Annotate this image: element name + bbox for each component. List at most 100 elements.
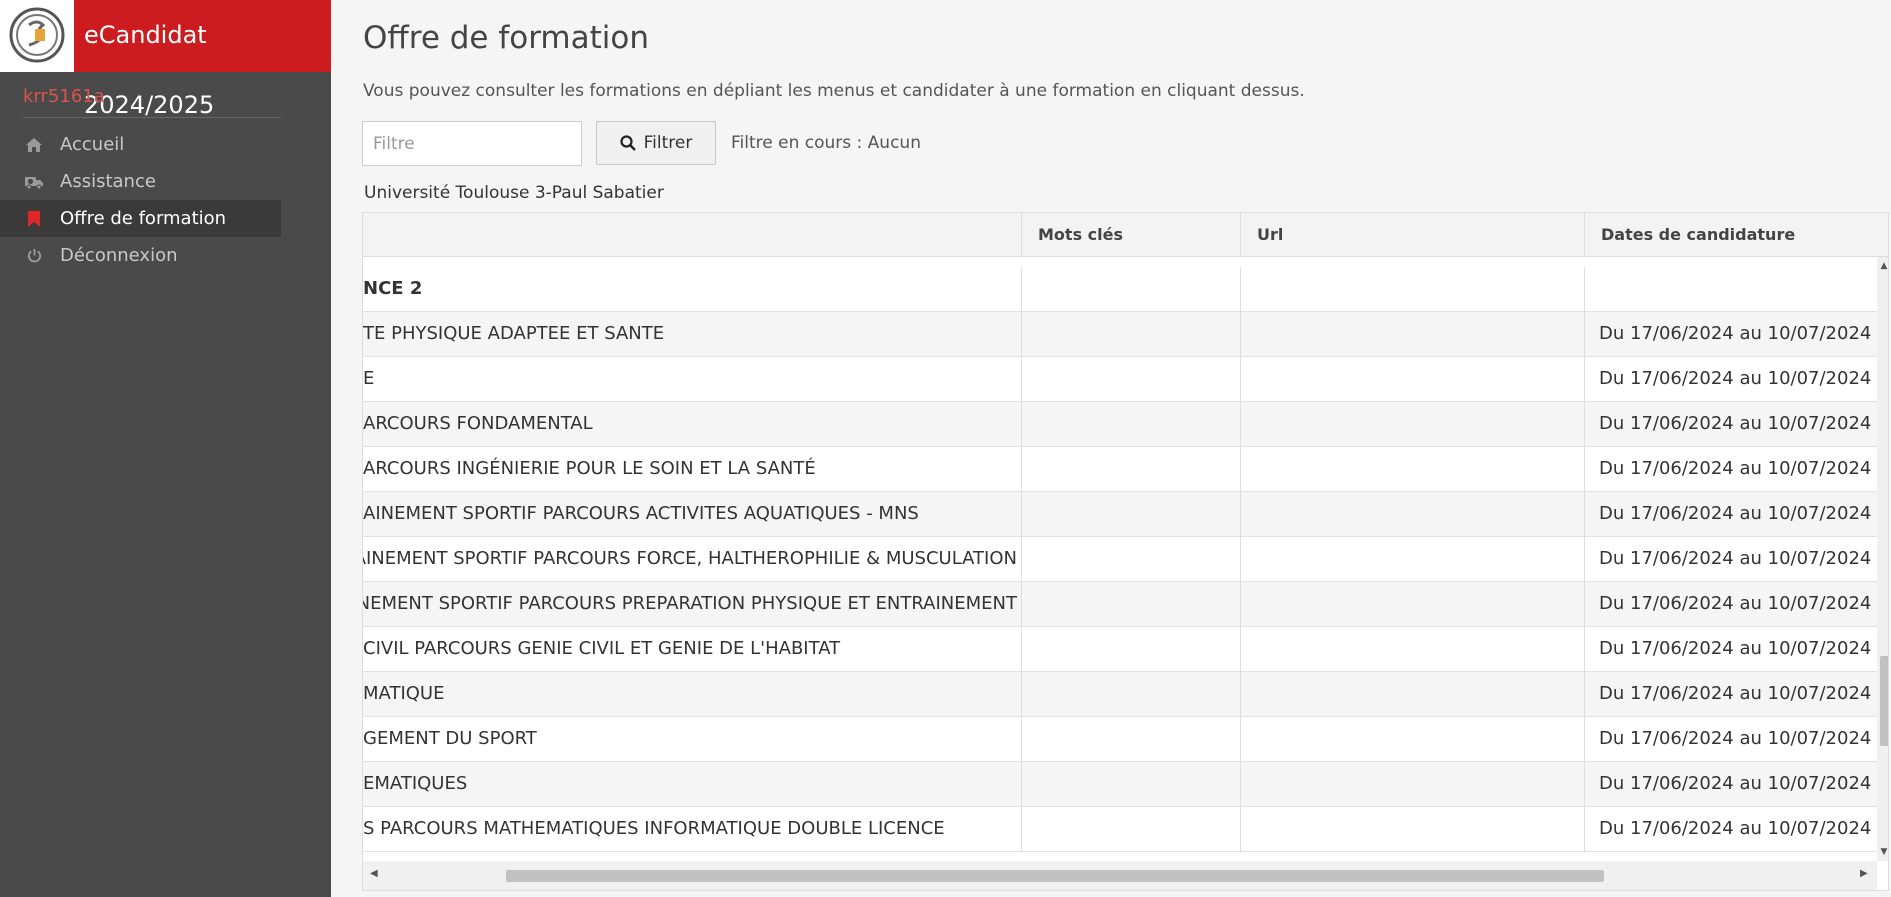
table-row[interactable]: AINEMENT SPORTIF PARCOURS ACTIVITES AQUA… [363,492,1877,537]
formation-name: S PARCOURS MATHEMATIQUES INFORMATIQUE DO… [363,818,945,839]
table-row[interactable]: ARCOURS INGÉNIERIE POUR LE SOIN ET LA SA… [363,447,1877,492]
sidebar: eCandidat 2024/2025 krr5161a Accueil Ass… [0,0,331,897]
bookmark-icon [25,210,43,228]
formation-name: AINEMENT SPORTIF PARCOURS PREPARATION PH… [363,593,1017,614]
table-row[interactable]: EMATIQUES Du 17/06/2024 au 10/07/2024 [363,762,1877,807]
url-cell [1240,492,1584,537]
scroll-left-arrow-icon[interactable]: ◀ [370,868,378,879]
url-cell [1240,762,1584,807]
username: krr5161a [23,86,105,107]
url-cell [1240,627,1584,672]
filter-status: Filtre en cours : Aucun [731,133,921,153]
table-row[interactable]: ARCOURS FONDAMENTAL Du 17/06/2024 au 10/0… [363,402,1877,447]
search-icon [620,135,636,151]
url-cell [1240,582,1584,627]
keywords-cell [1021,492,1240,537]
sidebar-item-accueil[interactable]: Accueil [0,126,281,163]
formation-name: CIVIL PARCOURS GENIE CIVIL ET GENIE DE L… [363,638,841,659]
sidebar-item-label: Accueil [60,134,125,155]
divider [23,117,281,118]
table-header: Mots clés Url Dates de candidature [363,213,1888,257]
formation-name-cell[interactable]: CIVIL PARCOURS GENIE CIVIL ET GENIE DE L… [363,627,1021,672]
column-header-dates[interactable]: Dates de candidature [1584,213,1888,257]
keywords-cell [1021,402,1240,447]
url-cell [1240,717,1584,762]
sidebar-item-label: Assistance [60,171,156,192]
formation-name-cell[interactable]: GEMENT DU SPORT [363,717,1021,762]
dates-cell: Du 17/06/2024 au 10/07/2024 [1584,717,1877,762]
horizontal-scrollbar[interactable]: ◀ ▶ [363,861,1877,890]
formation-name-cell[interactable]: ARCOURS INGÉNIERIE POUR LE SOIN ET LA SA… [363,447,1021,492]
filter-input[interactable] [362,121,582,166]
url-cell [1240,447,1584,492]
formation-name: MATIQUE [363,683,445,704]
formation-name-cell[interactable]: TE PHYSIQUE ADAPTEE ET SANTE [363,312,1021,357]
table-row[interactable]: TE PHYSIQUE ADAPTEE ET SANTE Du 17/06/202… [363,312,1877,357]
formation-name-cell[interactable]: NCE 2 [363,267,1021,312]
vertical-scrollbar[interactable]: ▲ ▼ [1877,257,1888,861]
formation-name-cell[interactable]: MATIQUE [363,672,1021,717]
table-row[interactable]: E Du 17/06/2024 au 10/07/2024 [363,357,1877,402]
keywords-cell [1021,357,1240,402]
table-row[interactable]: AINEMENT SPORTIF PARCOURS PREPARATION PH… [363,582,1877,627]
university-caption: Université Toulouse 3-Paul Sabatier [364,183,664,203]
sidebar-item-label: Déconnexion [60,245,178,266]
dates-cell: Du 17/06/2024 au 10/07/2024 [1584,492,1877,537]
url-cell [1240,312,1584,357]
filter-button-label: Filtrer [643,133,693,153]
formation-name-cell[interactable]: E [363,357,1021,402]
formation-name-cell[interactable]: ARCOURS FONDAMENTAL [363,402,1021,447]
filter-button[interactable]: Filtrer [596,121,716,165]
scroll-down-arrow-icon[interactable]: ▼ [1879,847,1888,857]
app-title[interactable]: eCandidat 2024/2025 [84,0,331,119]
column-header-url[interactable]: Url [1240,213,1584,257]
table-row[interactable]: MATIQUE Du 17/06/2024 au 10/07/2024 [363,672,1877,717]
formation-name: NCE 2 [363,278,423,299]
column-header-formation[interactable] [363,213,1021,257]
table-row[interactable]: AINEMENT SPORTIF PARCOURS FORCE, HALTHER… [363,537,1877,582]
dates-cell: Du 17/06/2024 au 10/07/2024 [1584,447,1877,492]
formation-name: AINEMENT SPORTIF PARCOURS ACTIVITES AQUA… [363,503,919,524]
formation-name: E [363,368,375,389]
keywords-cell [1021,807,1240,852]
sidebar-item-assistance[interactable]: Assistance [0,163,281,200]
formation-name: AINEMENT SPORTIF PARCOURS FORCE, HALTHER… [363,548,1017,569]
url-cell [1240,807,1584,852]
dates-cell: Du 17/06/2024 au 10/07/2024 [1584,807,1877,852]
table-row[interactable]: GEMENT DU SPORT Du 17/06/2024 au 10/07/20… [363,717,1877,762]
horizontal-scroll-thumb[interactable] [506,870,1604,882]
main-content: Offre de formation Vous pouvez consulter… [331,0,1891,897]
table-row[interactable]: NCE 2 [363,267,1877,312]
formation-name-cell[interactable]: AINEMENT SPORTIF PARCOURS PREPARATION PH… [363,582,1021,627]
url-cell [1240,402,1584,447]
formation-name-cell[interactable]: AINEMENT SPORTIF PARCOURS ACTIVITES AQUA… [363,492,1021,537]
formation-name: ARCOURS INGÉNIERIE POUR LE SOIN ET LA SA… [363,458,816,479]
scroll-up-arrow-icon[interactable]: ▲ [1879,261,1888,271]
sidebar-item-deconnexion[interactable]: Déconnexion [0,237,281,274]
keywords-cell [1021,267,1240,312]
home-icon [25,136,43,154]
column-header-keywords[interactable]: Mots clés [1021,213,1240,257]
formation-name-cell[interactable]: S PARCOURS MATHEMATIQUES INFORMATIQUE DO… [363,807,1021,852]
page-title: Offre de formation [363,20,650,56]
keywords-cell [1021,762,1240,807]
table-row[interactable]: CIVIL PARCOURS GENIE CIVIL ET GENIE DE L… [363,627,1877,672]
url-cell [1240,267,1584,312]
keywords-cell [1021,447,1240,492]
vertical-scroll-thumb[interactable] [1880,656,1888,746]
keywords-cell [1021,672,1240,717]
keywords-cell [1021,627,1240,672]
formation-name-cell[interactable]: EMATIQUES [363,762,1021,807]
dates-cell: Du 17/06/2024 au 10/07/2024 [1584,357,1877,402]
app-logo[interactable] [0,0,74,72]
scroll-right-arrow-icon[interactable]: ▶ [1860,868,1868,879]
formation-name-cell[interactable]: AINEMENT SPORTIF PARCOURS FORCE, HALTHER… [363,537,1021,582]
sidebar-item-offre-de-formation[interactable]: Offre de formation [0,200,281,237]
power-icon [25,247,43,265]
dates-cell: Du 17/06/2024 au 10/07/2024 [1584,762,1877,807]
url-cell [1240,537,1584,582]
url-cell [1240,357,1584,402]
table-row[interactable]: S PARCOURS MATHEMATIQUES INFORMATIQUE DO… [363,807,1877,852]
formation-tree-table[interactable]: Mots clés Url Dates de candidature NCE 2… [362,212,1889,891]
url-cell [1240,672,1584,717]
